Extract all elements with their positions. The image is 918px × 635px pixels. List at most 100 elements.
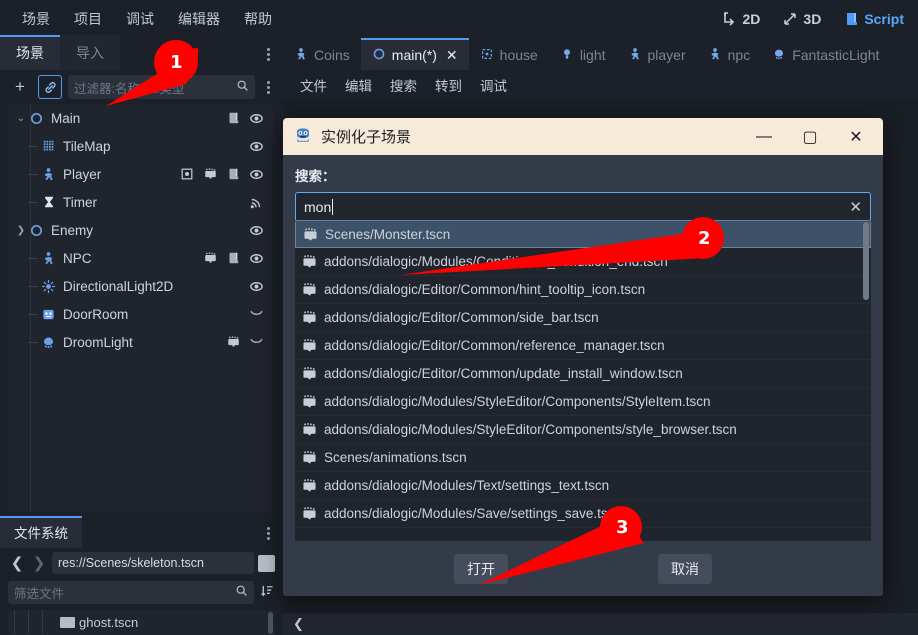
script-icon[interactable] bbox=[225, 250, 241, 266]
minimize-icon[interactable]: — bbox=[741, 118, 787, 155]
character-icon bbox=[708, 47, 722, 64]
menu-item-project[interactable]: 项目 bbox=[64, 5, 112, 33]
tree-row-main[interactable]: ⌄ Main bbox=[8, 104, 273, 132]
view-button-script[interactable]: Script bbox=[839, 8, 908, 30]
tree-row-player[interactable]: Player bbox=[8, 160, 273, 188]
animation-icon[interactable] bbox=[202, 250, 218, 266]
open-button[interactable]: 打开 bbox=[454, 553, 508, 584]
script-tab-fantasticlight[interactable]: FantasticLight bbox=[761, 38, 891, 70]
tree-row-directionallight2d[interactable]: DirectionalLight2D bbox=[8, 272, 273, 300]
scene-dock: 场景 导入 + 过滤器:名称、t:类型 ⌄ Main TileMap Playe… bbox=[0, 35, 283, 520]
kebab-menu-icon[interactable] bbox=[261, 525, 275, 541]
script-menu-debug[interactable]: 调试 bbox=[473, 72, 514, 98]
chevron-left-icon[interactable]: ❮ bbox=[8, 554, 26, 572]
view-button-2d[interactable]: 2D bbox=[718, 8, 765, 30]
close-icon[interactable]: ✕ bbox=[833, 118, 879, 155]
script-menu-search[interactable]: 搜索 bbox=[383, 72, 424, 98]
list-item[interactable]: addons/dialogic/Modules/Save/settings_sa… bbox=[295, 500, 871, 528]
list-item[interactable]: addons/dialogic/Modules/Condition/ui_con… bbox=[295, 248, 871, 276]
animation-icon[interactable] bbox=[202, 166, 218, 182]
visibility-icon[interactable] bbox=[248, 278, 264, 294]
chevron-down-icon[interactable]: ⌄ bbox=[14, 113, 28, 124]
list-item[interactable]: Scenes/animations.tscn bbox=[295, 444, 871, 472]
dialog-search-input[interactable]: mon ✕ bbox=[295, 192, 871, 222]
collapse-icon[interactable] bbox=[248, 306, 264, 322]
filesystem-scrollbar[interactable] bbox=[268, 612, 273, 634]
tree-row-droomlight[interactable]: DroomLight bbox=[8, 328, 273, 356]
tree-row-timer[interactable]: Timer bbox=[8, 188, 273, 216]
chevron-right-icon[interactable]: ❯ bbox=[14, 225, 28, 236]
chevron-left-icon[interactable]: ❮ bbox=[293, 616, 304, 632]
script-tab-label: house bbox=[499, 47, 538, 63]
script-tab-npc[interactable]: npc bbox=[696, 38, 762, 70]
tab-filesystem[interactable]: 文件系统 bbox=[0, 516, 82, 548]
tab-scene[interactable]: 场景 bbox=[0, 35, 60, 70]
script-icon[interactable] bbox=[225, 166, 241, 182]
tree-row-tilemap[interactable]: TileMap bbox=[8, 132, 273, 160]
menu-item-editor[interactable]: 编辑器 bbox=[168, 5, 230, 33]
filesystem-path-value[interactable]: res://Scenes/skeleton.tscn bbox=[52, 552, 254, 574]
list-item[interactable]: addons/dialogic/Editor/Common/hint_toolt… bbox=[295, 276, 871, 304]
script-icon[interactable] bbox=[225, 110, 241, 126]
link-icon[interactable] bbox=[38, 75, 62, 99]
animation-icon[interactable] bbox=[225, 334, 241, 350]
menu-item-debug[interactable]: 调试 bbox=[116, 5, 164, 33]
add-node-button[interactable]: + bbox=[8, 75, 32, 99]
visibility-icon[interactable] bbox=[248, 166, 264, 182]
signal-icon[interactable] bbox=[248, 194, 264, 210]
list-item[interactable]: ghost.tscn bbox=[8, 610, 275, 634]
list-item[interactable]: addons/dialogic/Modules/StyleEditor/Comp… bbox=[295, 388, 871, 416]
visibility-icon[interactable] bbox=[248, 110, 264, 126]
collapse-icon[interactable] bbox=[248, 334, 264, 350]
list-item[interactable]: addons/dialogic/Editor/Common/update_ins… bbox=[295, 360, 871, 388]
split-mode-icon[interactable] bbox=[258, 554, 275, 572]
clear-icon[interactable]: ✕ bbox=[849, 198, 862, 216]
filesystem-filter-row: 筛选文件 bbox=[8, 578, 275, 606]
menu-item-help[interactable]: 帮助 bbox=[234, 5, 282, 33]
script-menu-goto[interactable]: 转到 bbox=[428, 72, 469, 98]
light-bulb-icon bbox=[560, 47, 574, 64]
view-button-3d[interactable]: 3D bbox=[778, 8, 825, 30]
scene-options-menu-icon[interactable] bbox=[261, 79, 275, 95]
filesystem-filter-input[interactable]: 筛选文件 bbox=[8, 580, 254, 604]
scene-tree[interactable]: ⌄ Main TileMap Player Timer ❯ Enemy NPC … bbox=[8, 104, 273, 512]
chevron-right-icon[interactable]: ❯ bbox=[30, 554, 48, 572]
menu-item-scene[interactable]: 场景 bbox=[12, 5, 60, 33]
dialog-title-bar[interactable]: 实例化子场景 — ▢ ✕ bbox=[283, 118, 883, 155]
script-tab-player[interactable]: player bbox=[616, 38, 697, 70]
tree-row-npc[interactable]: NPC bbox=[8, 244, 273, 272]
dialog-match-list[interactable]: Scenes/Monster.tscn addons/dialogic/Modu… bbox=[295, 220, 871, 596]
match-path: addons/dialogic/Modules/Condition/ui_con… bbox=[324, 254, 668, 269]
kebab-menu-icon[interactable] bbox=[261, 46, 275, 62]
maximize-icon[interactable]: ▢ bbox=[787, 118, 833, 155]
search-icon bbox=[235, 584, 248, 600]
script-tab-house[interactable]: house bbox=[468, 38, 549, 70]
tab-import[interactable]: 导入 bbox=[60, 35, 120, 70]
match-list-vertical-scrollbar[interactable] bbox=[863, 222, 869, 300]
script-tab-bar: Coins main(*) ✕ house light player npc F… bbox=[283, 38, 918, 70]
script-tab-light[interactable]: light bbox=[548, 38, 617, 70]
cancel-button[interactable]: 取消 bbox=[658, 553, 712, 584]
scene-filter-input[interactable]: 过滤器:名称、t:类型 bbox=[68, 75, 255, 99]
script-menu-edit[interactable]: 编辑 bbox=[338, 72, 379, 98]
list-item[interactable]: addons/dialogic/Editor/Common/side_bar.t… bbox=[295, 304, 871, 332]
visibility-icon[interactable] bbox=[248, 250, 264, 266]
list-item[interactable]: addons/dialogic/Modules/Text/settings_te… bbox=[295, 472, 871, 500]
sort-icon[interactable] bbox=[260, 583, 275, 601]
script-tab-main[interactable]: main(*) ✕ bbox=[360, 38, 469, 70]
script-menu-file[interactable]: 文件 bbox=[293, 72, 334, 98]
instance-icon bbox=[40, 306, 57, 323]
tree-row-enemy[interactable]: ❯ Enemy bbox=[8, 216, 273, 244]
script-tab-coins[interactable]: Coins bbox=[283, 38, 361, 70]
list-item[interactable]: addons/dialogic/Modules/StyleEditor/Comp… bbox=[295, 416, 871, 444]
scene-file-icon bbox=[302, 311, 317, 324]
visibility-icon[interactable] bbox=[248, 138, 264, 154]
list-item[interactable]: addons/dialogic/Editor/Common/reference_… bbox=[295, 332, 871, 360]
view-button-2d-label: 2D bbox=[742, 11, 761, 27]
list-item[interactable]: Scenes/Monster.tscn bbox=[295, 220, 871, 248]
tree-row-doorroom[interactable]: DoorRoom bbox=[8, 300, 273, 328]
visibility-icon[interactable] bbox=[248, 222, 264, 238]
group-icon[interactable] bbox=[179, 166, 195, 182]
filesystem-file-list[interactable]: ghost.tscn bbox=[8, 610, 275, 635]
close-icon[interactable]: ✕ bbox=[446, 47, 458, 64]
